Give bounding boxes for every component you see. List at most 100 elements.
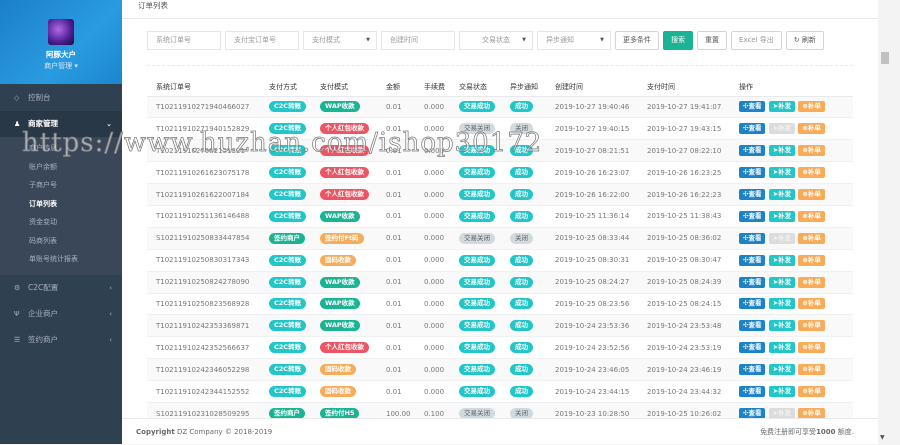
resend-button[interactable]: ➤补发	[768, 189, 796, 200]
supplement-button[interactable]: ⊛补单	[798, 101, 825, 113]
submenu-order-list[interactable]: 订单列表	[0, 195, 122, 214]
avatar	[48, 19, 74, 45]
supplement-button[interactable]: ⊛补单	[798, 210, 825, 222]
resend-button[interactable]: ➤补发	[768, 254, 796, 266]
view-button[interactable]: ✣查看	[739, 342, 766, 354]
nav-contract-merchant[interactable]: ☰ 签约商户 ‹	[0, 327, 122, 353]
more-conditions-button[interactable]: 更多条件	[615, 31, 659, 50]
resend-button[interactable]: ➤补发	[768, 101, 796, 113]
resend-button[interactable]: ➤补发	[768, 342, 796, 354]
supplement-button[interactable]: ⊛补单	[798, 189, 825, 200]
pay-method-badge: C2C转账	[269, 101, 307, 113]
excel-export-button[interactable]: Excel 导出	[731, 31, 782, 50]
pay-method-badge: C2C转账	[269, 342, 307, 354]
supplement-button[interactable]: ⊛补单	[798, 145, 825, 157]
supplement-button[interactable]: ⊛补单	[798, 364, 825, 376]
amount: 0.01	[377, 314, 415, 337]
alipay-no-input[interactable]: 支付宝订单号	[225, 31, 299, 50]
resend-button[interactable]: ➤补发	[768, 232, 796, 244]
view-button[interactable]: ✣查看	[739, 232, 766, 244]
trade-status-cell: 交易成功	[450, 183, 501, 206]
view-label: 查看	[748, 387, 762, 396]
trade-status-badge: 交易成功	[459, 342, 495, 354]
view-button[interactable]: ✣查看	[739, 101, 766, 113]
divider	[147, 65, 853, 66]
resend-button[interactable]: ➤补发	[768, 167, 796, 179]
paid-time: 2019-10-24 23:46:19	[638, 358, 730, 381]
submenu-merchant-info[interactable]: 商户信息	[0, 139, 122, 158]
resend-button[interactable]: ➤补发	[768, 276, 796, 288]
table-row: T102119102423460522​98 C2C转账 固码收款 0.01 0…	[147, 358, 853, 381]
created-time: 2019-10-25 08:23:56	[546, 292, 638, 315]
reset-button[interactable]: 重置	[697, 31, 727, 50]
pay-mode-badge: WAP收款	[320, 101, 360, 113]
search-button[interactable]: 搜索	[663, 31, 693, 50]
view-button[interactable]: ✣查看	[739, 276, 766, 288]
supplement-button[interactable]: ⊛补单	[798, 276, 825, 288]
submenu-account-balance[interactable]: 账户余额	[0, 158, 122, 177]
created-time: 2019-10-25 08:24:27	[546, 270, 638, 294]
submenu-account-report[interactable]: 单账号统计报表	[0, 250, 122, 269]
view-button[interactable]: ✣查看	[739, 123, 766, 135]
paid-time: 2019-10-24 23:53:19	[638, 336, 730, 359]
supplement-button[interactable]: ⊛补单	[798, 298, 825, 310]
table-row: T102119102423525666​37 C2C转账 个人红包收款 0.01…	[147, 336, 853, 359]
view-button[interactable]: ✣查看	[739, 364, 766, 376]
select-value: 支付模式	[312, 36, 340, 44]
supplement-button[interactable]: ⊛补单	[798, 123, 825, 135]
notify-status-badge: 成功	[510, 101, 533, 113]
nav-enterprise-merchant[interactable]: Ψ 企业商户 ‹	[0, 301, 122, 327]
notify-select[interactable]: 异步通知 ▼	[537, 31, 611, 50]
fee: 0.000	[415, 117, 450, 140]
resend-button[interactable]: ➤补发	[768, 364, 796, 376]
trade-status-select[interactable]: 交易状态 ▼	[459, 31, 533, 50]
resend-button[interactable]: ➤补发	[768, 298, 796, 310]
pay-mode-select[interactable]: 支付模式 ▼	[303, 31, 377, 50]
pay-method-cell: C2C转账	[260, 139, 311, 162]
resend-button[interactable]: ➤补发	[768, 145, 796, 157]
view-button[interactable]: ✣查看	[739, 167, 766, 179]
supplement-button[interactable]: ⊛补单	[798, 254, 825, 266]
resend-button[interactable]: ➤补发	[768, 386, 796, 398]
supplement-button[interactable]: ⊛补单	[798, 386, 825, 398]
scrollbar[interactable]	[878, 0, 900, 444]
submenu-sub-merchant[interactable]: 子商户号	[0, 176, 122, 195]
created-time: 2019-10-25 08:30:31	[546, 248, 638, 272]
supplement-button[interactable]: ⊛补单	[798, 342, 825, 354]
resend-label: 补发	[778, 190, 792, 198]
amount: 0.01	[377, 336, 415, 359]
resend-button[interactable]: ➤补发	[768, 320, 796, 332]
notify-cell: 成功	[501, 204, 546, 228]
pay-method-cell: C2C转账	[260, 270, 311, 294]
pay-method-cell: C2C转账	[260, 204, 311, 228]
view-button[interactable]: ✣查看	[739, 145, 766, 157]
resend-button[interactable]: ➤补发	[768, 123, 796, 135]
view-button[interactable]: ✣查看	[739, 298, 766, 310]
notify-status-badge: 成功	[510, 254, 533, 266]
nav-merchant-management[interactable]: ♟ 商家管理 ⌄	[0, 111, 122, 137]
create-time-input[interactable]: 创建时间	[381, 31, 455, 50]
submenu-fund-changes[interactable]: 资金变动	[0, 213, 122, 232]
nav-c2c-config[interactable]: ⚙ C2C配置 ‹	[0, 275, 122, 301]
order-list-panel: 订单列表 系统订单号 支付宝订单号 支付模式 ▼ 创建时间 交易状态 ▼ 异步通知 ▼…	[122, 0, 878, 425]
view-button[interactable]: ✣查看	[739, 254, 766, 266]
supplement-label: 补单	[807, 168, 821, 177]
user-role-dropdown[interactable]: 商户管理 ▾	[0, 61, 122, 71]
view-button[interactable]: ✣查看	[739, 320, 766, 332]
supplement-button[interactable]: ⊛补单	[798, 320, 825, 332]
submenu-code-merchants[interactable]: 码商列表	[0, 232, 122, 251]
actions-cell: ✣查看 ➤补发 ⊛补单	[730, 139, 853, 162]
scrollbar-thumb[interactable]	[881, 52, 889, 64]
pay-mode-cell: 固码收款	[311, 358, 377, 381]
order-no-input[interactable]: 系统订单号	[147, 31, 221, 50]
nav-dashboard[interactable]: ◇ 控制台	[0, 85, 122, 111]
resend-button[interactable]: ➤补发	[768, 210, 796, 222]
view-button[interactable]: ✣查看	[739, 386, 766, 398]
trade-status-cell: 交易成功	[450, 358, 501, 381]
refresh-button[interactable]: ↻ 刷新	[785, 31, 824, 50]
supplement-button[interactable]: ⊛补单	[798, 232, 825, 244]
view-button[interactable]: ✣查看	[739, 210, 766, 222]
view-button[interactable]: ✣查看	[739, 189, 766, 200]
scroll-down-arrow-icon[interactable]: ▼	[880, 434, 885, 441]
supplement-button[interactable]: ⊛补单	[798, 167, 825, 179]
